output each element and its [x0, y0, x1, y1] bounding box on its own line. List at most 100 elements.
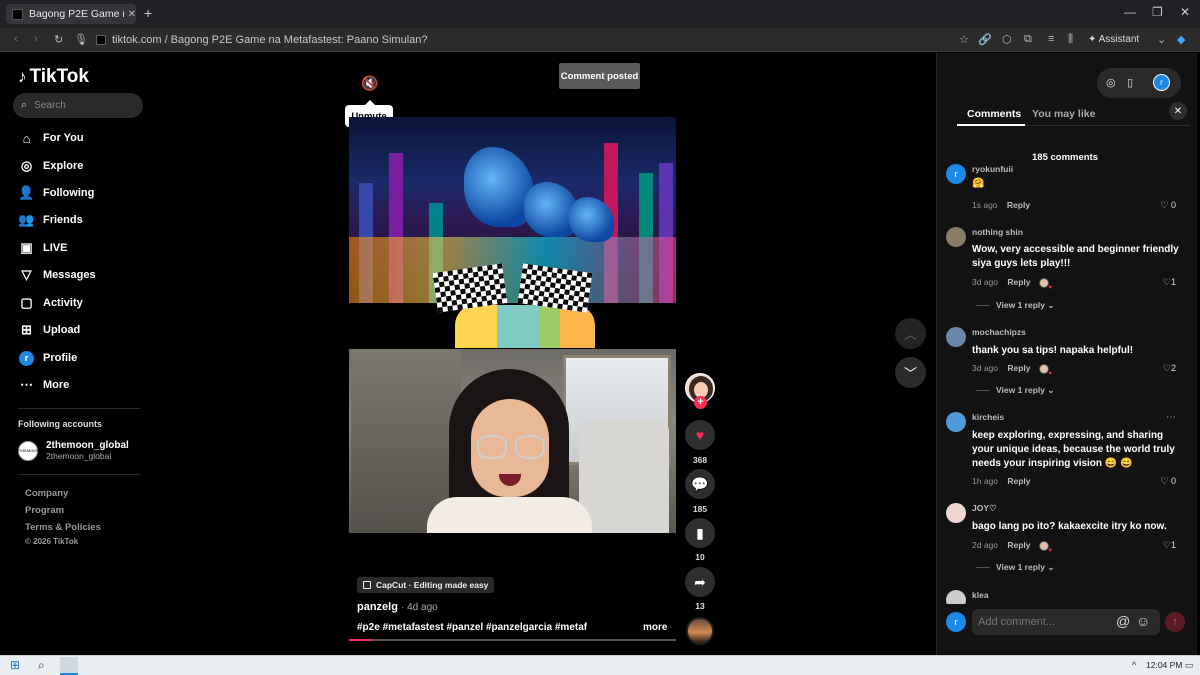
back-icon[interactable]: ‹: [14, 33, 18, 45]
sidebar-item-activity[interactable]: ▢ Activity: [18, 293, 82, 313]
commenter-name[interactable]: mochachipzs: [972, 327, 1026, 337]
post-comment-button[interactable]: ↑: [1165, 612, 1185, 632]
following-account[interactable]: 2THEMOON 2themoon_global 2themoon_global: [17, 440, 129, 461]
sidebar-item-explore[interactable]: ◎ Explore: [18, 156, 84, 176]
like-button[interactable]: ♥: [685, 420, 715, 450]
comment-options-icon[interactable]: ⋯: [1166, 412, 1176, 423]
commenter-avatar[interactable]: [946, 590, 966, 604]
mute-icon[interactable]: 🔇: [361, 75, 378, 92]
comment-item: mochachipzs thank you sa tips! napaka he…: [946, 327, 1186, 402]
maximize-icon[interactable]: ❐: [1152, 5, 1163, 19]
tab-comments[interactable]: Comments: [967, 108, 1021, 120]
share-button[interactable]: ➦: [685, 567, 715, 597]
add-comment-input[interactable]: [972, 609, 1160, 635]
video-hashtags[interactable]: #p2e #metafastest #panzel #panzelgarcia …: [357, 622, 587, 633]
tray-chevron-icon[interactable]: ^: [1132, 660, 1136, 670]
comment-like-button[interactable]: ♡1: [1163, 277, 1176, 288]
reply-button[interactable]: Reply: [1007, 540, 1030, 550]
emoji-icon[interactable]: ☺: [1136, 613, 1150, 629]
profile-icon[interactable]: ◆: [1177, 33, 1185, 46]
next-video-button[interactable]: ﹀: [895, 357, 926, 388]
close-panel-button[interactable]: ✕: [1169, 102, 1187, 120]
footer-program-link[interactable]: Program: [25, 505, 64, 516]
reload-icon[interactable]: ↻: [54, 33, 63, 46]
more-link[interactable]: more: [643, 622, 667, 633]
comment-like-button[interactable]: ♡2: [1163, 363, 1176, 374]
forward-icon[interactable]: ›: [34, 33, 38, 45]
windows-start-icon[interactable]: ⊞: [10, 658, 20, 672]
comment-like-count: 2: [1170, 363, 1176, 373]
previous-video-button[interactable]: ︿: [895, 318, 926, 349]
menu-lines-icon[interactable]: ≡: [1048, 33, 1054, 45]
mention-icon[interactable]: @: [1116, 613, 1130, 629]
comment-text: keep exploring, expressing, and sharing …: [972, 430, 1175, 469]
bookmark-star-icon[interactable]: ☆: [959, 33, 969, 46]
comment-like-button[interactable]: ♡ 0: [1160, 200, 1176, 211]
save-button[interactable]: ▮: [685, 518, 715, 548]
music-disc[interactable]: [686, 617, 714, 645]
search-icon[interactable]: ⌕: [38, 658, 45, 673]
reply-button[interactable]: Reply: [1007, 476, 1030, 486]
commenter-avatar[interactable]: r: [946, 164, 966, 184]
arrow-up-icon: ↑: [1172, 616, 1178, 628]
commenter-name[interactable]: kircheis: [972, 412, 1004, 422]
url-field[interactable]: tiktok.com / Bagong P2E Game na Metafast…: [96, 34, 428, 46]
comment-text: thank you sa tips! napaka helpful!: [972, 345, 1134, 356]
close-window-icon[interactable]: ✕: [1180, 5, 1190, 19]
video-progress-bar[interactable]: [349, 639, 676, 641]
capcut-label: CapCut · Editing made easy: [376, 580, 489, 590]
clock[interactable]: 12:04 PM: [1146, 660, 1182, 670]
sidebar-item-live[interactable]: ▣ LIVE: [18, 238, 67, 258]
footer-terms-link[interactable]: Terms & Policies: [25, 522, 101, 533]
commenter-avatar[interactable]: [946, 412, 966, 432]
comment-like-button[interactable]: ♡ 0: [1160, 476, 1176, 487]
chevron-down-icon[interactable]: ⌄: [1157, 33, 1166, 46]
comment-like-button[interactable]: ♡1: [1163, 540, 1176, 551]
sidebar-item-friends[interactable]: 👥 Friends: [18, 210, 82, 230]
device-icon[interactable]: ▯: [1127, 76, 1133, 89]
minimize-icon[interactable]: —: [1124, 5, 1136, 19]
sidebar-item-following[interactable]: 👤 Following: [18, 183, 94, 203]
follow-plus-icon[interactable]: +: [694, 396, 707, 409]
video-author[interactable]: panzelg · 4d ago: [357, 601, 438, 613]
gauge-icon[interactable]: ◎: [1106, 76, 1116, 89]
assistant-button[interactable]: ✦ Assistant: [1088, 34, 1139, 45]
commenter-avatar[interactable]: [946, 503, 966, 523]
user-avatar[interactable]: r: [1153, 74, 1170, 91]
extensions-icon[interactable]: ⬡: [1002, 33, 1012, 46]
commenter-name[interactable]: ryokunfuii: [972, 164, 1013, 174]
new-tab-icon[interactable]: +: [144, 5, 152, 21]
sidebar-item-more[interactable]: ⋯ More: [18, 375, 69, 395]
commenter-avatar[interactable]: [946, 227, 966, 247]
video-bottom-camera[interactable]: [349, 349, 676, 533]
screenshot-icon[interactable]: ⧉: [1024, 33, 1032, 46]
sidebar-item-profile[interactable]: r Profile: [18, 348, 77, 368]
comment-button[interactable]: 💬: [685, 469, 715, 499]
commenter-name[interactable]: JOY♡: [972, 503, 997, 514]
view-replies-button[interactable]: View 1 reply ⌄: [976, 300, 1054, 311]
tiktok-logo[interactable]: ♪ TikTok: [18, 66, 89, 88]
search-input[interactable]: ⌕ Search: [13, 93, 143, 118]
commenter-name[interactable]: nothing shin: [972, 227, 1023, 237]
reply-button[interactable]: Reply: [1007, 277, 1030, 287]
browser-taskbar-icon[interactable]: [60, 657, 78, 675]
commenter-avatar[interactable]: [946, 327, 966, 347]
sidebar-item-for-you[interactable]: ⌂ For You: [18, 128, 84, 148]
footer-company-link[interactable]: Company: [25, 488, 68, 499]
close-tab-icon[interactable]: ✕: [128, 9, 136, 20]
notification-icon[interactable]: ▭: [1185, 660, 1194, 671]
commenter-name[interactable]: klea: [972, 590, 989, 600]
tab-you-may-like[interactable]: You may like: [1032, 108, 1095, 120]
sidebar-item-messages[interactable]: ▽ Messages: [18, 265, 96, 285]
link-icon[interactable]: 🔗: [978, 33, 992, 46]
audio-icon[interactable]: ⫼: [1068, 33, 1073, 46]
reply-button[interactable]: Reply: [1007, 363, 1030, 373]
view-replies-button[interactable]: View 1 reply ⌄: [976, 385, 1054, 396]
browser-tab[interactable]: Bagong P2E Game na Me ✕: [6, 4, 136, 24]
view-replies-button[interactable]: View 1 reply ⌄: [976, 562, 1054, 573]
capcut-badge[interactable]: CapCut · Editing made easy: [357, 577, 495, 593]
reply-button[interactable]: Reply: [1007, 200, 1030, 210]
sidebar-item-upload[interactable]: ⊞ Upload: [18, 320, 80, 340]
comment-text: Wow, very accessible and beginner friend…: [972, 244, 1179, 269]
voice-icon[interactable]: 🎙: [74, 33, 88, 46]
